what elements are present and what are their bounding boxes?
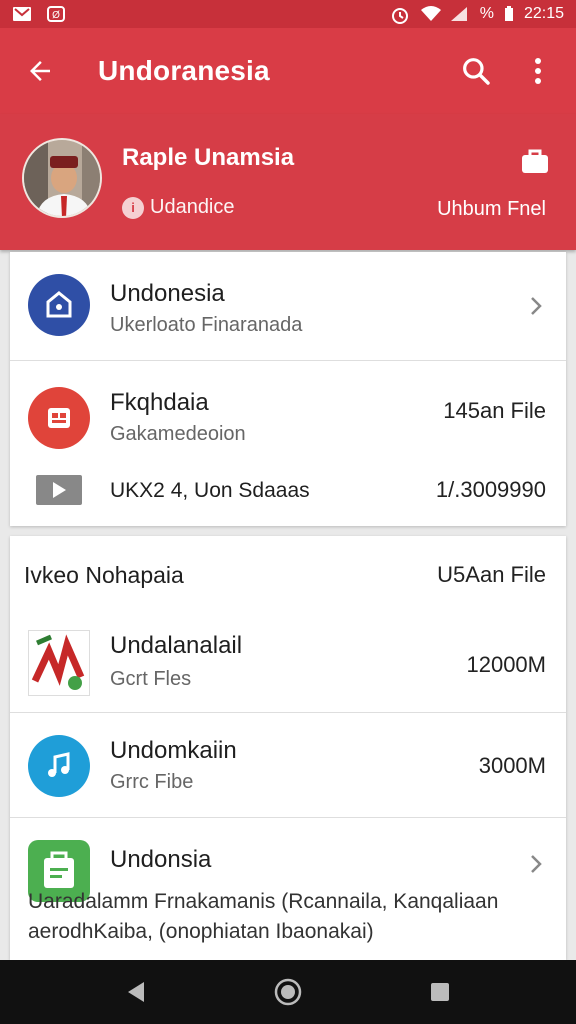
battery-icon <box>504 6 514 22</box>
files-card-2: Ivkeo Nohapaia U5Aan File Undalanalail G… <box>10 536 566 960</box>
gallery-icon <box>28 387 90 449</box>
clock: 22:15 <box>523 5 564 22</box>
profile-subtitle: i Udandice <box>122 196 235 219</box>
svg-text:Ø: Ø <box>52 10 60 21</box>
nav-back-button[interactable] <box>116 972 156 1012</box>
files-card-1: Undonesia Ukerloato Finaranada Fkqhdaia … <box>10 252 566 526</box>
profile-header: Raple Unamsia i Udandice Uhbum Fnel <box>0 114 576 250</box>
square-recents-icon <box>431 983 449 1001</box>
list-item-title: Undonesia <box>110 280 225 307</box>
home-icon <box>28 274 90 336</box>
list-item[interactable]: Undonesia Ukerloato Finaranada <box>10 252 566 360</box>
list-item-title: Undonsia <box>110 846 212 873</box>
list-item[interactable]: Undomkaiin Grrc Fibe 3000M <box>10 713 566 817</box>
list-item[interactable]: Undonsia Uaradalamm Frnakamanis (Rcannai… <box>10 818 566 960</box>
nav-home-button[interactable] <box>268 972 308 1012</box>
list-item-title: Undomkaiin <box>110 737 237 764</box>
profile-name: Raple Unamsia <box>122 144 295 171</box>
list-item[interactable]: Undalanalail Gcrt Fles 12000M <box>10 612 566 712</box>
nav-recents-button[interactable] <box>420 972 460 1012</box>
list-item[interactable]: UKX2 4, Uon Sdaaas 1/.3009990 <box>10 461 566 526</box>
list-item-subtitle: Gakamedeoion <box>110 423 246 445</box>
app-logo-icon <box>28 630 90 696</box>
arrow-left-icon <box>30 61 50 81</box>
alarm-icon <box>390 6 410 24</box>
briefcase-icon[interactable] <box>520 146 550 176</box>
video-icon <box>36 475 82 505</box>
list-item-subtitle: Grrc Fibe <box>110 771 194 793</box>
list-item-value: 3000M <box>478 753 546 778</box>
list-item-description: Uaradalamm Frnakamanis (Rcannaila, Kanqa… <box>28 890 499 913</box>
more-vert-icon <box>535 58 541 84</box>
notification-icon <box>12 6 32 22</box>
list-item-title: Undalanalail <box>110 632 243 659</box>
system-nav-bar <box>0 960 576 1024</box>
list-item-title: Fkqhdaia <box>110 389 209 416</box>
chevron-right-icon <box>531 855 542 873</box>
list-item-value: 145an File <box>443 398 546 423</box>
music-icon <box>28 735 90 797</box>
app-bar: Undoranesia <box>0 28 576 114</box>
circle-home-icon <box>274 978 302 1006</box>
list-item[interactable]: Fkqhdaia Gakamedeoion 145an File <box>10 361 566 461</box>
signal-icon <box>450 6 470 22</box>
list-item-title: UKX2 4, Uon Sdaaas <box>110 479 310 502</box>
list-item-value: 12000M <box>466 652 546 677</box>
wifi-icon <box>420 6 441 22</box>
app-notification-icon: Ø <box>46 6 66 22</box>
avatar[interactable] <box>22 138 102 218</box>
battery-text: % <box>479 5 494 22</box>
status-bar: Ø % 22:15 <box>0 0 576 28</box>
triangle-back-icon <box>128 982 144 1002</box>
search-button[interactable] <box>454 49 498 93</box>
list-item-subtitle: Ukerloato Finaranada <box>110 314 303 336</box>
list-item-description: aerodhKaiba, (onophiatan Ibaonakai) <box>28 920 374 943</box>
profile-action-link[interactable]: Uhbum Fnel <box>437 198 546 221</box>
section-header: Ivkeo Nohapaia U5Aan File <box>10 536 566 612</box>
chevron-right-icon <box>531 297 542 315</box>
page-title: Undoranesia <box>98 55 270 86</box>
info-icon: i <box>122 196 144 219</box>
search-icon <box>463 58 490 85</box>
back-button[interactable] <box>12 43 68 99</box>
profile-subtitle-text: Udandice <box>150 196 235 218</box>
section-value: U5Aan File <box>437 562 546 587</box>
section-title: Ivkeo Nohapaia <box>24 562 184 588</box>
list-item-subtitle: Gcrt Fles <box>110 668 192 690</box>
overflow-menu-button[interactable] <box>516 49 560 93</box>
list-item-value: 1/.3009990 <box>435 477 546 502</box>
